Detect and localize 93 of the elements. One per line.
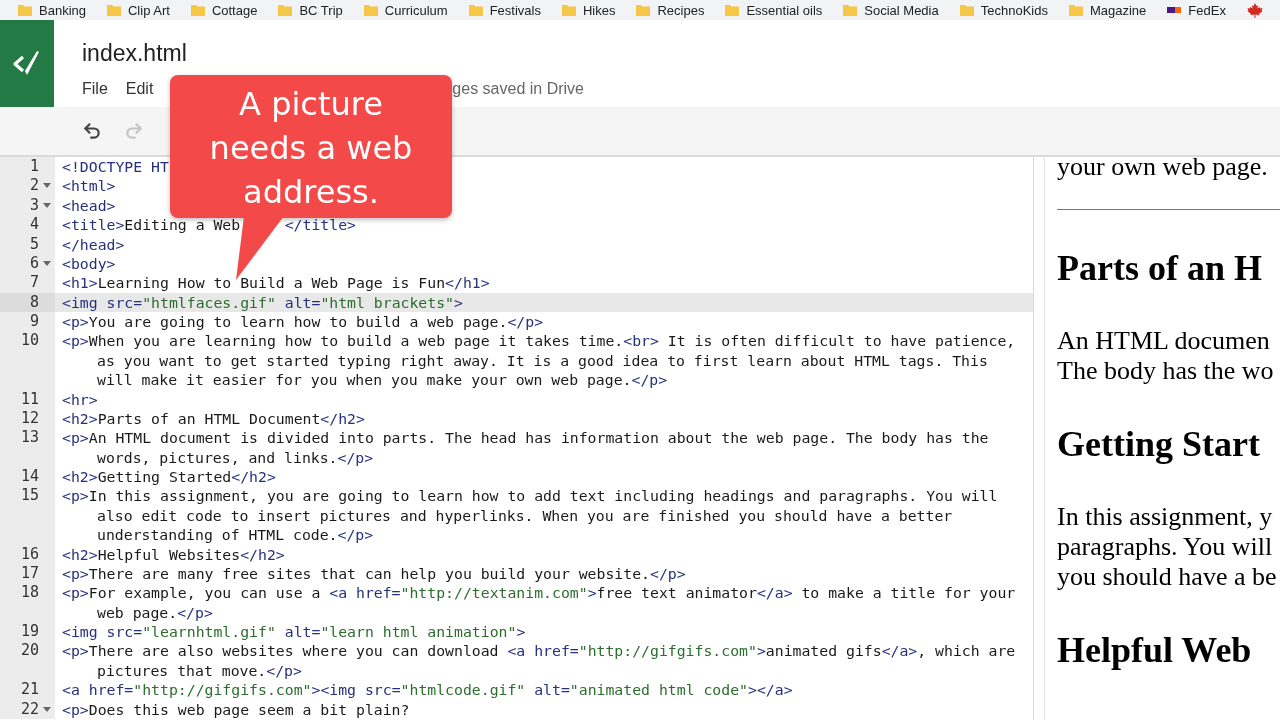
folder-icon: [959, 4, 974, 16]
folder-icon: [725, 4, 740, 16]
code-line: </head>: [61, 234, 125, 254]
line-number: 13: [20, 428, 39, 448]
preview-heading: Getting Start: [1057, 423, 1261, 466]
line-number: 15: [20, 486, 39, 506]
save-status: ges saved in Drive: [452, 80, 584, 98]
line-number: 20: [20, 641, 39, 661]
code-line: <p>There are also websites where you can download <a href="http://gifgifs.com">animated gifs</a>, which are: [61, 641, 1016, 661]
code-line: pictures that move.</p>: [96, 660, 302, 681]
code-line: will make it easier for you when you make your own web page.</p>: [96, 370, 668, 390]
preview-paragraph: your own web page.: [1057, 157, 1269, 182]
bookmark[interactable]: [1246, 2, 1263, 18]
folder-icon: [278, 4, 293, 16]
maple-leaf-icon: [1246, 2, 1263, 18]
bookmark[interactable]: Festivals: [468, 2, 541, 18]
line-number: 22: [20, 699, 39, 719]
code-line: web page.</p>: [96, 602, 213, 622]
line-number: 19: [20, 622, 39, 642]
fold-arrow-icon[interactable]: [43, 260, 51, 266]
code-line: <p>When you are learning how to build a web page it takes time.<br> It is often difficult to have patience,: [61, 331, 1016, 351]
menu-item[interactable]: Edit: [125, 80, 154, 98]
folder-icon: [843, 4, 858, 16]
preview-heading: Parts of an H: [1057, 247, 1263, 290]
code-line: understanding of HTML code.</p>: [96, 525, 374, 545]
line-number: 8: [29, 292, 39, 312]
preview-paragraph: In this assignment, y paragraphs. You will you should have a be: [1057, 502, 1278, 592]
bookmark[interactable]: Magazine: [1068, 2, 1147, 18]
callout-bubble: A picture needs a web address.: [170, 75, 452, 218]
code-line: <body>: [61, 253, 116, 274]
bookmark[interactable]: Clip Art: [107, 2, 170, 18]
bookmark[interactable]: BC Trip: [278, 2, 343, 18]
code-line: also edit code to insert pictures and hyperlinks. When you are finished you should have a better: [96, 505, 953, 526]
code-line: <head>: [61, 195, 116, 216]
preview-heading: Helpful Web: [1057, 629, 1253, 672]
folder-icon: [107, 4, 121, 16]
bookmark[interactable]: Curriculum: [363, 2, 448, 18]
code-line: <!DOCTYPE HT: [61, 157, 169, 177]
line-number: 6: [29, 253, 39, 274]
code-line: words, pictures, and links.</p>: [96, 447, 374, 467]
line-number: 17: [20, 563, 39, 584]
preview-paragraph: An HTML documen The body has the wo: [1057, 326, 1275, 386]
line-number: 16: [20, 544, 39, 564]
code-line: <p>Does this web page seem a bit plain?: [61, 699, 410, 719]
code-line: <h2>Helpful Websites</h2>: [61, 544, 285, 564]
logo-icon: [1167, 7, 1182, 13]
code-line: <html>: [61, 176, 116, 196]
bookmark[interactable]: Essential oils: [725, 2, 823, 18]
code-line: <h2>Parts of an HTML Document</h2>: [61, 408, 365, 429]
bookmark[interactable]: FedEx: [1167, 2, 1226, 18]
line-number: 4: [29, 215, 39, 235]
line-number: 18: [20, 583, 39, 603]
code-line: <p>An HTML document is divided into parts. The head has information about the web page. The body has the: [61, 428, 989, 448]
code-line: <p>In this assignment, you are going to learn how to add text including headings and paragraphs. You will: [61, 486, 998, 506]
line-number: 3: [29, 195, 39, 216]
fold-arrow-icon[interactable]: [43, 706, 51, 712]
code-line: <hr>: [61, 389, 98, 409]
code-line: <h2>Getting Started</h2>: [61, 467, 276, 487]
line-number: 9: [29, 312, 39, 332]
line-number: 14: [20, 467, 39, 487]
folder-icon: [190, 4, 205, 16]
code-line: <a href="http://gifgifs.com"><img src="htmlcode.gif" alt="animated html code"></a>: [61, 680, 793, 700]
file-name: index.html: [82, 40, 188, 66]
line-number: 5: [29, 234, 39, 254]
folder-icon: [468, 4, 483, 16]
bookmark[interactable]: Social Media: [843, 2, 939, 18]
code-line: <p>You are going to learn how to build a web page.</p>: [61, 312, 544, 332]
code-line: as you want to get started typing right away. It is a good idea to first learn about HTML tags. This: [96, 350, 988, 371]
folder-icon: [363, 4, 378, 16]
folder-icon: [636, 4, 651, 16]
bookmark[interactable]: Banking: [18, 2, 86, 18]
code-line: <p>For example, you can use a <a href="http://textanim.com">free text animator</a> to make a title for your: [61, 583, 1016, 603]
folder-icon: [561, 4, 576, 16]
bookmark[interactable]: TechnoKids: [959, 2, 1048, 18]
line-number: 21: [20, 680, 39, 700]
bookmark[interactable]: Cottage: [190, 2, 258, 18]
code-line: <title>Editing a Web </title>: [61, 215, 356, 235]
folder-icon: [18, 4, 32, 16]
bookmark[interactable]: Hikes: [561, 2, 616, 18]
line-number: 12: [20, 408, 39, 429]
code-line: <img src="learnhtml.gif" alt="learn html animation">: [61, 622, 526, 642]
line-number: 7: [29, 273, 39, 293]
line-number: 10: [20, 331, 39, 351]
fold-arrow-icon[interactable]: [43, 183, 51, 189]
code-line: <h1>Learning How to Build a Web Page is Fun</h1>: [61, 273, 490, 293]
line-number: 2: [29, 176, 39, 196]
menu-item[interactable]: File: [82, 80, 108, 98]
fold-arrow-icon[interactable]: [43, 202, 51, 208]
line-number: 11: [20, 389, 39, 409]
line-number: 1: [29, 157, 39, 177]
folder-icon: [1068, 4, 1083, 16]
code-line: <p>There are many free sites that can help you build your website.</p>: [61, 563, 686, 584]
bookmark[interactable]: Recipes: [636, 2, 705, 18]
